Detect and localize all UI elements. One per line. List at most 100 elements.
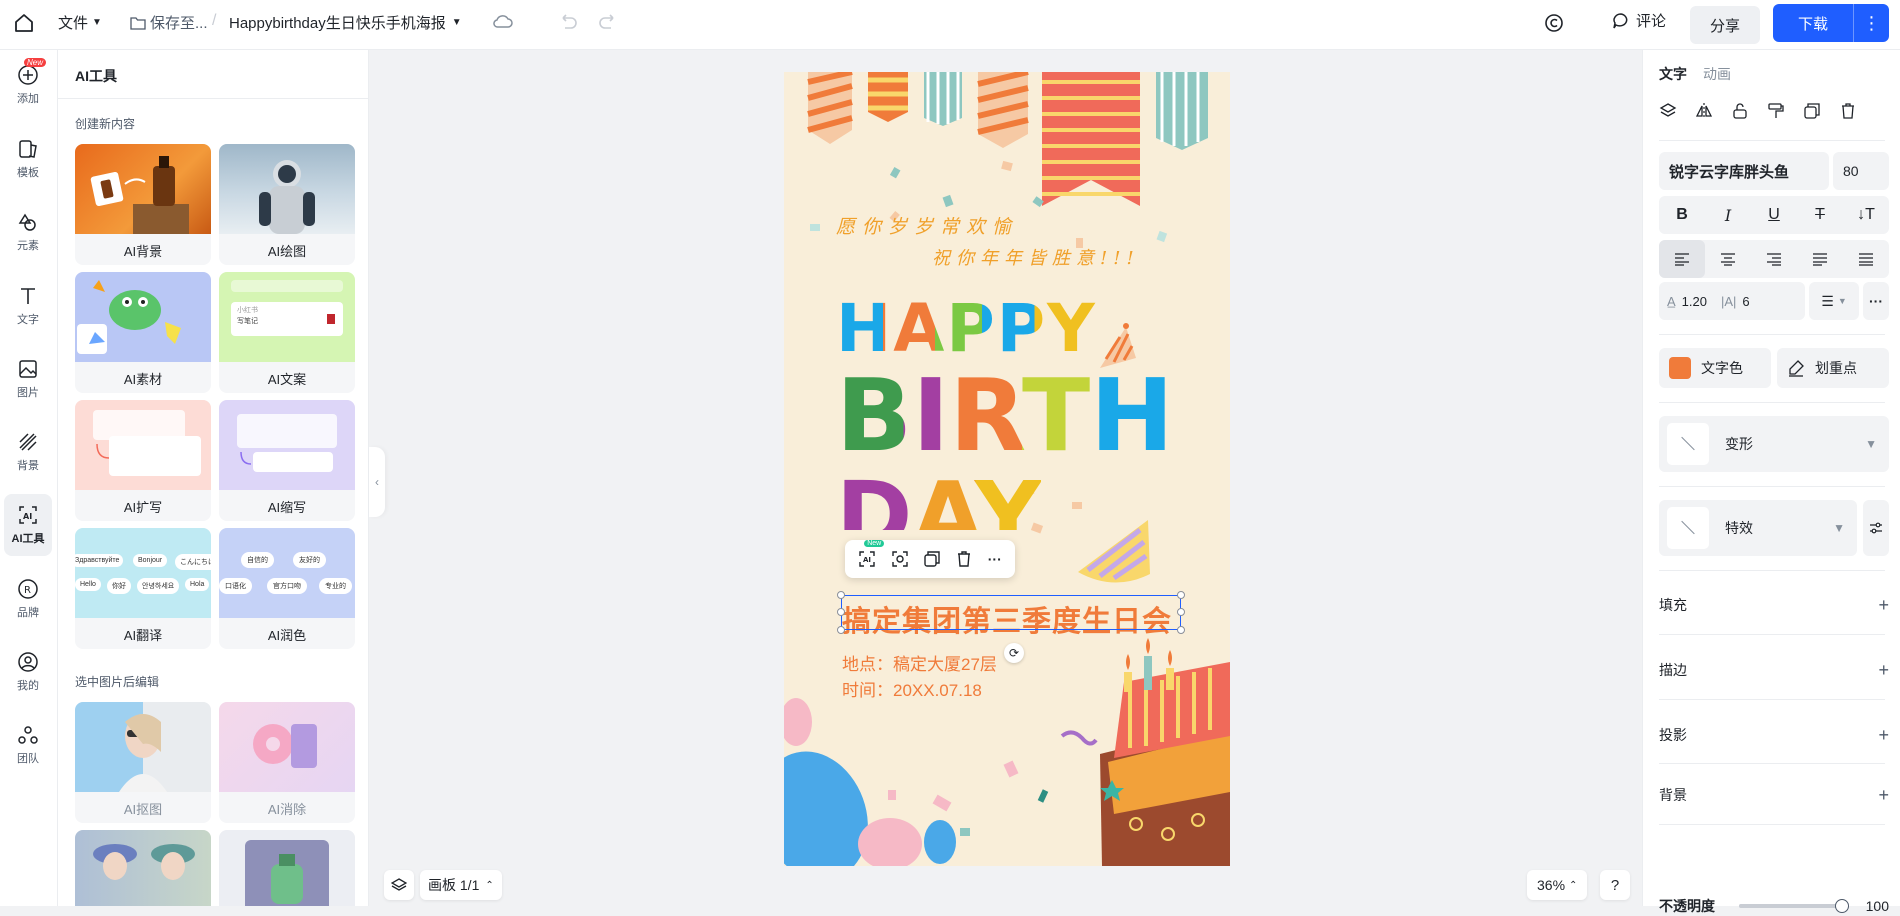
artboard[interactable]: 愿你岁岁常欢愉 祝你年年皆胜意!!! HAPPY BIRTH DAY 搞定集团第… <box>784 72 1230 866</box>
card-ai-portrait[interactable] <box>75 830 211 906</box>
download-more-button[interactable]: ⋮ <box>1853 4 1889 42</box>
comment-button[interactable]: 评论 <box>1612 10 1666 31</box>
undo-icon[interactable] <box>557 12 579 32</box>
underline-icon[interactable]: U <box>1751 196 1797 234</box>
layer-order-icon[interactable] <box>1657 100 1679 122</box>
file-menu[interactable]: 文件 ▼ <box>58 12 102 33</box>
share-button[interactable]: 分享 <box>1690 6 1760 44</box>
poster-happy-text[interactable]: HAPPY <box>836 296 1097 362</box>
card-ai-polish[interactable]: 自信的 友好的 口语化 官方口吻 专业的 AI润色 <box>219 528 355 649</box>
fill-row[interactable]: 填充 + <box>1659 595 1889 616</box>
home-icon[interactable] <box>12 11 40 39</box>
poster-location[interactable]: 地点：稿定大厦27层 <box>842 650 997 675</box>
card-ai-drawing[interactable]: AI绘图 <box>219 144 355 265</box>
highlight-button[interactable]: 划重点 <box>1777 348 1889 388</box>
document-title[interactable]: Happybirthday生日快乐手机海报 ▼ <box>229 12 462 33</box>
resize-handle[interactable] <box>1177 608 1185 616</box>
bold-icon[interactable]: B <box>1659 196 1705 234</box>
poster-birth-text[interactable]: BIRTH <box>836 366 1174 466</box>
card-ai-copywriting[interactable]: 小红书 写笔记 AI文案 <box>219 272 355 393</box>
scan-icon[interactable] <box>891 550 909 568</box>
card-ai-translate[interactable]: Здравствуйте Bonjour こんにちは Hello 你好 안녕하세… <box>75 528 211 649</box>
resize-handle[interactable] <box>1177 591 1185 599</box>
align-distribute-icon[interactable] <box>1843 240 1889 278</box>
resize-handle[interactable] <box>1177 626 1185 634</box>
effects-settings-button[interactable] <box>1863 500 1889 556</box>
nav-text[interactable]: 文字 <box>4 275 52 337</box>
lock-icon[interactable] <box>1729 100 1751 122</box>
help-button[interactable]: ? <box>1600 870 1630 900</box>
stroke-row[interactable]: 描边 + <box>1659 660 1889 681</box>
transform-dropdown[interactable]: 变形 ▼ <box>1659 416 1889 472</box>
download-button[interactable]: 下载 ⋮ <box>1773 4 1889 42</box>
list-style-button[interactable]: ☰ ▼ <box>1809 282 1859 320</box>
more-options-icon[interactable]: ··· <box>988 551 1002 567</box>
background-row[interactable]: 背景 + <box>1659 785 1889 806</box>
align-center-icon[interactable] <box>1705 240 1751 278</box>
card-ai-expand[interactable]: AI扩写 <box>75 400 211 521</box>
duplicate-icon[interactable] <box>923 550 941 568</box>
poster-time[interactable]: 时间：20XX.07.18 <box>842 676 982 701</box>
resize-handle[interactable] <box>837 626 845 634</box>
add-icon[interactable]: + <box>1878 725 1889 746</box>
shadow-row[interactable]: 投影 + <box>1659 725 1889 746</box>
add-icon[interactable]: + <box>1878 785 1889 806</box>
text-color-button[interactable]: 文字色 <box>1659 348 1771 388</box>
opacity-slider-knob[interactable] <box>1835 899 1849 913</box>
nav-elements[interactable]: 元素 <box>4 201 52 263</box>
card-ai-erase[interactable]: AI消除 <box>219 702 355 823</box>
nav-image[interactable]: 图片 <box>4 348 52 410</box>
artboard-switcher[interactable]: 画板 1/1 ⌃ <box>420 870 502 900</box>
add-icon[interactable]: + <box>1878 595 1889 616</box>
nav-team[interactable]: 团队 <box>4 714 52 776</box>
rotate-handle-icon[interactable]: ⟳ <box>1004 643 1024 663</box>
italic-icon[interactable]: I <box>1705 196 1751 234</box>
card-ai-cutout[interactable]: AI抠图 <box>75 702 211 823</box>
card-ai-product[interactable] <box>219 830 355 906</box>
strikethrough-icon[interactable]: T <box>1797 196 1843 234</box>
selection-box[interactable]: ⟳ <box>837 591 1185 663</box>
tab-animation[interactable]: 动画 <box>1703 64 1731 84</box>
opacity-value[interactable]: 100 <box>1866 898 1889 914</box>
nav-add[interactable]: New 添加 <box>4 54 52 116</box>
resize-handle[interactable] <box>837 591 845 599</box>
zoom-control[interactable]: 36% ⌃ <box>1527 870 1588 900</box>
text-direction-icon[interactable]: ↓T <box>1843 196 1889 234</box>
align-justify-icon[interactable] <box>1797 240 1843 278</box>
delete-icon[interactable] <box>955 550 973 568</box>
cloud-icon[interactable] <box>492 12 514 30</box>
nav-mine[interactable]: 我的 <box>4 641 52 703</box>
nav-template[interactable]: 模板 <box>4 128 52 190</box>
add-icon[interactable]: + <box>1878 660 1889 681</box>
ai-text-icon[interactable]: New AI <box>858 540 885 568</box>
nav-background[interactable]: 背景 <box>4 421 52 483</box>
align-right-icon[interactable] <box>1751 240 1797 278</box>
font-family-select[interactable]: 锐字云字库胖头鱼 <box>1659 152 1829 190</box>
align-left-icon[interactable] <box>1659 240 1705 278</box>
letter-spacing-control[interactable]: |A| 6 <box>1721 294 1750 309</box>
resize-handle[interactable] <box>837 608 845 616</box>
redo-icon[interactable] <box>597 12 619 32</box>
font-size-input[interactable]: 80 <box>1833 152 1889 190</box>
delete-icon[interactable] <box>1837 100 1859 122</box>
copyright-icon[interactable] <box>1543 12 1565 34</box>
more-text-options-button[interactable]: ··· <box>1863 282 1889 320</box>
save-to-button[interactable]: 保存至... <box>130 12 208 33</box>
card-ai-shorten[interactable]: AI缩写 <box>219 400 355 521</box>
tab-text[interactable]: 文字 <box>1659 64 1687 84</box>
canvas-area[interactable]: 愿你岁岁常欢愉 祝你年年皆胜意!!! HAPPY BIRTH DAY 搞定集团第… <box>370 50 1642 906</box>
poster-wish-line2[interactable]: 祝你年年皆胜意!!! <box>932 244 1140 270</box>
line-height-control[interactable]: A̲ 1.20 <box>1667 294 1707 309</box>
poster-day-text[interactable]: DAY <box>836 470 1041 530</box>
flip-icon[interactable] <box>1693 100 1715 122</box>
format-painter-icon[interactable] <box>1765 100 1787 122</box>
poster-wish-line1[interactable]: 愿你岁岁常欢愉 <box>836 212 1018 239</box>
effects-dropdown[interactable]: 特效 ▼ <box>1659 500 1857 556</box>
layers-button[interactable] <box>384 870 414 900</box>
nav-ai-tools[interactable]: AI AI工具 <box>4 494 52 556</box>
card-ai-material[interactable]: AI素材 <box>75 272 211 393</box>
card-ai-background[interactable]: AI背景 <box>75 144 211 265</box>
nav-brand[interactable]: R 品牌 <box>4 568 52 630</box>
opacity-slider[interactable] <box>1739 899 1849 913</box>
duplicate-icon[interactable] <box>1801 100 1823 122</box>
